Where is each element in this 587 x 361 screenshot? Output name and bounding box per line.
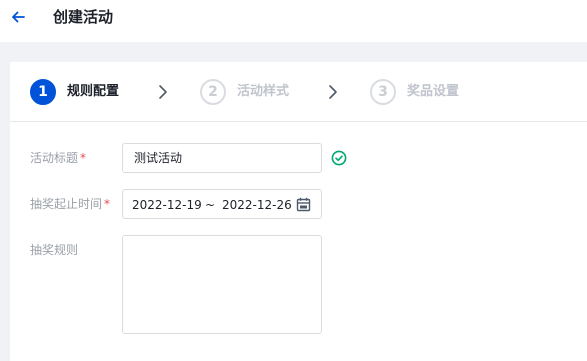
check-circle-icon	[331, 150, 347, 166]
date-separator: ~	[205, 198, 216, 212]
steps-bar: 1 规则配置 2 活动样式 3 奖品设置	[10, 62, 587, 122]
step-number: 2	[200, 79, 226, 105]
page-title: 创建活动	[53, 8, 114, 26]
title-input-value: 测试活动	[134, 151, 183, 165]
arrow-left-icon[interactable]	[10, 9, 26, 25]
time-label: 抽奖起止时间 *	[30, 195, 110, 213]
step-number: 3	[370, 79, 396, 105]
end-date[interactable]: 2022-12-26	[222, 197, 292, 213]
step-label: 活动样式	[237, 84, 290, 99]
step-label: 奖品设置	[407, 84, 460, 99]
required-mark: *	[104, 197, 111, 211]
date-range-picker[interactable]: 2022-12-19 ~ 2022-12-26	[122, 189, 322, 219]
rules-label: 抽奖规则	[30, 243, 79, 257]
chevron-right-icon	[329, 85, 337, 99]
chevron-right-icon	[159, 85, 167, 99]
required-mark: *	[80, 151, 87, 165]
title-input[interactable]: 测试活动	[122, 143, 322, 173]
start-date[interactable]: 2022-12-19	[132, 197, 202, 213]
step-label: 规则配置	[67, 84, 120, 99]
form-card: 1 规则配置 2 活动样式 3 奖品设置 活动标题 * 测试活动 抽奖起止时间 * …	[10, 62, 587, 361]
step-number: 1	[30, 79, 56, 105]
calendar-icon[interactable]	[296, 197, 311, 212]
time-label-text: 抽奖起止时间	[30, 197, 103, 211]
title-label: 活动标题 *	[30, 149, 86, 167]
page-header: 创建活动	[0, 0, 587, 42]
rules-textarea[interactable]	[122, 235, 322, 334]
title-label-text: 活动标题	[30, 151, 79, 165]
